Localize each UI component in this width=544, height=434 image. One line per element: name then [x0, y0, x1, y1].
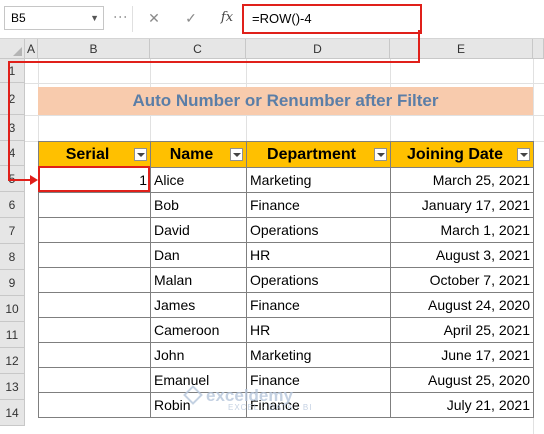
header-serial[interactable]: Serial [38, 141, 151, 168]
cell-date[interactable]: June 17, 2021 [390, 342, 534, 368]
cell-serial[interactable] [38, 217, 151, 243]
column-header-c[interactable]: C [150, 39, 246, 59]
cell-name[interactable]: David [150, 217, 247, 243]
header-name[interactable]: Name [150, 141, 247, 168]
check-icon[interactable]: ✓ [180, 8, 202, 28]
cell-name[interactable]: Malan [150, 267, 247, 293]
row-header-13[interactable]: 13 [0, 374, 25, 400]
arrow-right-icon [30, 175, 38, 185]
cell-date[interactable]: March 25, 2021 [390, 167, 534, 193]
table-row: John Marketing June 17, 2021 [38, 342, 534, 368]
cell-serial[interactable] [38, 392, 151, 418]
row-header-11[interactable]: 11 [0, 322, 25, 348]
column-header-b[interactable]: B [38, 39, 150, 59]
table-row: David Operations March 1, 2021 [38, 217, 534, 243]
cell-name[interactable]: Dan [150, 242, 247, 268]
cell-date[interactable]: March 1, 2021 [390, 217, 534, 243]
cancel-icon[interactable]: ✕ [143, 8, 165, 28]
row-header-12[interactable]: 12 [0, 348, 25, 374]
drag-handle-icon[interactable]: ⋮ [113, 10, 129, 23]
cell-name[interactable]: Cameroon [150, 317, 247, 343]
row-header-14[interactable]: 14 [0, 400, 25, 426]
column-header-e[interactable]: E [390, 39, 533, 59]
cell-serial[interactable] [38, 342, 151, 368]
cell-name[interactable]: Bob [150, 192, 247, 218]
header-department[interactable]: Department [246, 141, 391, 168]
cell-name[interactable]: James [150, 292, 247, 318]
table-row: James Finance August 24, 2020 [38, 292, 534, 318]
table-row: Dan HR August 3, 2021 [38, 242, 534, 268]
table-row: Bob Finance January 17, 2021 [38, 192, 534, 218]
cell-serial[interactable] [38, 192, 151, 218]
header-joining-date[interactable]: Joining Date [390, 141, 534, 168]
cell-serial[interactable] [38, 267, 151, 293]
sheet-title[interactable]: Auto Number or Renumber after Filter [38, 87, 533, 115]
callout-line [8, 179, 32, 181]
gridline [25, 83, 544, 84]
chevron-down-icon[interactable]: ▼ [90, 7, 99, 29]
cell-date[interactable]: October 7, 2021 [390, 267, 534, 293]
cell-name[interactable]: Alice [150, 167, 247, 193]
cell-name[interactable]: John [150, 342, 247, 368]
row-header-2[interactable]: 2 [0, 83, 25, 115]
cell-department[interactable]: HR [246, 242, 391, 268]
cell-date[interactable]: April 25, 2021 [390, 317, 534, 343]
column-header-d[interactable]: D [246, 39, 390, 59]
row-header-8[interactable]: 8 [0, 244, 25, 270]
table-row: Cameroon HR April 25, 2021 [38, 317, 534, 343]
cell-date[interactable]: January 17, 2021 [390, 192, 534, 218]
divider [132, 6, 133, 32]
cell-department[interactable]: Finance [246, 192, 391, 218]
cell-department[interactable]: Marketing [246, 342, 391, 368]
gridline [25, 115, 544, 116]
row-header-9[interactable]: 9 [0, 270, 25, 296]
column-header-a[interactable]: A [25, 39, 38, 59]
watermark-logo: exceldemy EXCEL · DATA · BI [183, 385, 313, 412]
column-header-f[interactable] [533, 39, 544, 59]
insert-function-icon[interactable]: fx [216, 8, 238, 28]
cell-serial[interactable] [38, 242, 151, 268]
cell-serial[interactable] [38, 292, 151, 318]
callout-line [8, 61, 420, 63]
row-header-7[interactable]: 7 [0, 218, 25, 244]
cell-department[interactable]: Marketing [246, 167, 391, 193]
watermark-tagline: EXCEL · DATA · BI [228, 403, 313, 412]
row-header-10[interactable]: 10 [0, 296, 25, 322]
cell-department[interactable]: HR [246, 317, 391, 343]
filter-dropdown-icon[interactable] [134, 148, 147, 161]
cell-serial[interactable] [38, 367, 151, 393]
formula-input[interactable]: =ROW()-4 [242, 4, 422, 34]
cell-department[interactable]: Operations [246, 267, 391, 293]
header-label: Department [267, 145, 356, 163]
select-all-corner[interactable] [0, 39, 25, 59]
cell-serial[interactable] [38, 317, 151, 343]
cell-date[interactable]: August 3, 2021 [390, 242, 534, 268]
header-label: Joining Date [406, 145, 503, 163]
name-box-value: B5 [11, 11, 26, 25]
callout-line [418, 30, 420, 63]
table-row: Malan Operations October 7, 2021 [38, 267, 534, 293]
formula-bar-area: B5 ▼ ⋮ ✕ ✓ fx =ROW()-4 [0, 0, 544, 39]
row-header-6[interactable]: 6 [0, 192, 25, 218]
cell-department[interactable]: Operations [246, 217, 391, 243]
cell-date[interactable]: July 21, 2021 [390, 392, 534, 418]
cell-department[interactable]: Finance [246, 292, 391, 318]
selected-cell-highlight [38, 166, 150, 192]
name-box[interactable]: B5 ▼ [4, 6, 104, 30]
cell-date[interactable]: August 25, 2020 [390, 367, 534, 393]
row-header-3[interactable]: 3 [0, 115, 25, 141]
filter-dropdown-icon[interactable] [517, 148, 530, 161]
filter-dropdown-icon[interactable] [374, 148, 387, 161]
row-header-4[interactable]: 4 [0, 141, 25, 166]
callout-line [8, 61, 10, 181]
cell-date[interactable]: August 24, 2020 [390, 292, 534, 318]
worksheet-grid[interactable]: A B C D E 1 2 3 4 5 6 7 8 9 10 11 12 13 … [0, 30, 544, 434]
filter-dropdown-icon[interactable] [230, 148, 243, 161]
